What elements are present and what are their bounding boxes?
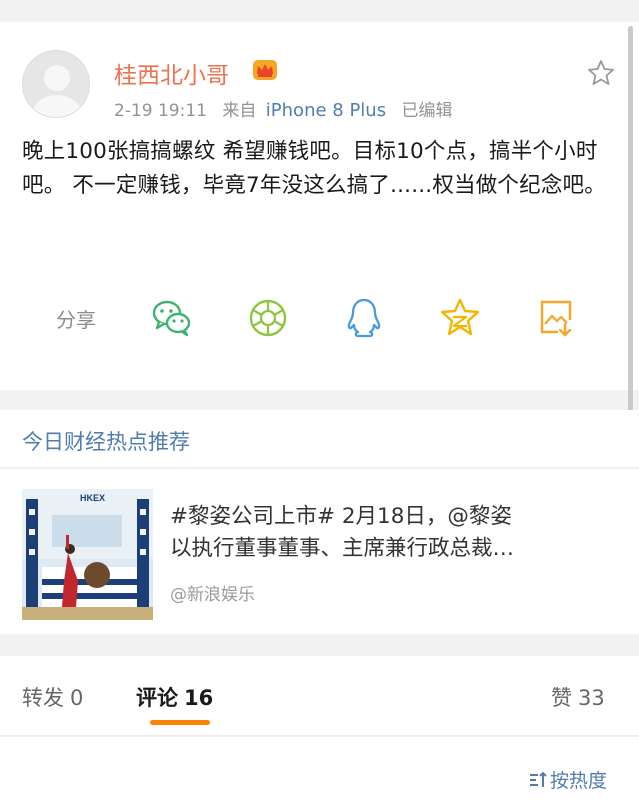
tab-likes-label: 赞 [551,686,572,710]
scrollbar[interactable] [628,26,633,411]
tab-likes-count: 33 [578,686,605,710]
avatar[interactable] [22,50,90,118]
source-device[interactable]: iPhone 8 Plus [266,100,386,121]
tab-likes[interactable]: 赞 33 [551,682,605,712]
tab-comments-count: 16 [184,686,214,710]
source-prefix: 来自 [222,101,257,121]
share-row: 分享 [0,294,639,344]
hot-item-thumbnail[interactable]: HKEX [22,489,153,620]
vip-crown-icon [253,60,277,80]
hot-item-source: @新浪娱乐 [170,585,255,605]
share-label: 分享 [56,308,96,332]
favorite-star-icon[interactable] [586,58,616,88]
tab-comments-label: 评论 [136,686,178,710]
hot-item-line-1: #黎姿公司上市# 2月18日，@黎姿 [170,504,512,529]
post-card: 桂西北小哥 2-19 19:11 来自 iPhone 8 Plus 已编辑 晚上… [0,22,639,390]
hot-item-line-2: 以执行董事董事、主席兼行政总裁… [170,536,515,561]
sort-row: 按热度 [0,737,639,800]
tab-repost-count: 0 [70,686,84,710]
sort-icon [530,771,547,787]
interaction-tabs: 转发 0 评论 16 赞 33 [0,656,639,736]
sort-label: 按热度 [550,770,608,792]
post-time: 2-19 19:11 [114,101,207,121]
moments-icon[interactable] [246,296,290,340]
qq-icon[interactable] [342,296,386,340]
wechat-icon[interactable] [150,296,194,340]
hot-item[interactable]: HKEX #黎姿公司上市# 2月18日，@黎姿 以执行董事董事、主席兼行政总裁…… [0,469,639,634]
post-text: 晚上100张搞搞螺纹 希望赚钱吧。目标10个点，搞半个小时吧。 不一定赚钱，毕竟… [22,139,606,198]
qzone-icon[interactable] [438,296,482,340]
active-tab-indicator [150,720,210,725]
sort-by-hotness[interactable]: 按热度 [528,766,607,793]
username[interactable]: 桂西北小哥 [114,56,229,90]
tab-comments[interactable]: 评论 16 [136,682,213,712]
thumb-logo-text: HKEX [80,493,105,503]
edited-label[interactable]: 已编辑 [402,101,453,121]
post-meta: 2-19 19:11 来自 iPhone 8 Plus 已编辑 [114,96,463,121]
save-image-icon[interactable] [534,296,578,340]
tab-repost[interactable]: 转发 0 [22,682,83,712]
hot-item-text[interactable]: #黎姿公司上市# 2月18日，@黎姿 以执行董事董事、主席兼行政总裁… [170,501,622,565]
hot-section-header: 今日财经热点推荐 [0,410,639,468]
hot-section-title[interactable]: 今日财经热点推荐 [22,426,190,456]
tab-repost-label: 转发 [22,686,64,710]
